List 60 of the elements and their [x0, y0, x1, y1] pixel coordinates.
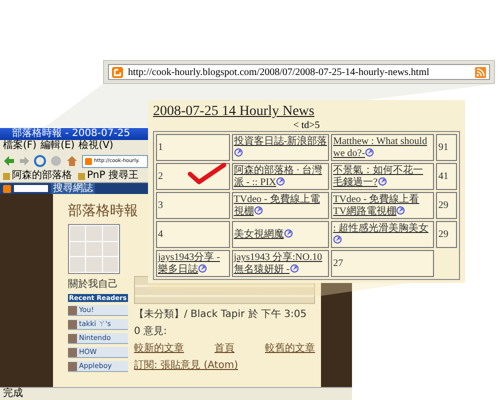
address-field[interactable]: http://cook-hourly.blogspot.com/2008/07/2008-07-25-14-hourly-news.html: [108, 64, 490, 80]
stop-icon[interactable]: [50, 155, 62, 167]
link-icon: [234, 148, 243, 156]
table-cell: 3: [156, 192, 230, 219]
blogger-icon: [85, 158, 92, 164]
forward-arrow-icon[interactable]: [19, 155, 30, 167]
bookmark-icon: [3, 172, 10, 180]
nav-link[interactable]: 較新的文章: [134, 341, 184, 355]
post-title[interactable]: 2008-07-25 14 Hourly News: [153, 104, 314, 120]
menu-item[interactable]: 檢視(V): [78, 140, 114, 152]
table-cell: 4: [156, 221, 230, 248]
post-subtitle: < td>5: [292, 120, 321, 131]
bookmark[interactable]: 阿森的部落格: [3, 170, 72, 182]
nav-link[interactable]: 較舊的文章: [265, 341, 315, 355]
table-cell: 29: [436, 221, 457, 248]
home-icon[interactable]: [66, 155, 78, 167]
search-field[interactable]: [14, 185, 48, 192]
reload-icon[interactable]: [34, 155, 46, 167]
link-icon: [284, 228, 293, 238]
link-cell[interactable]: : 超性感光滑美胸美女: [331, 221, 434, 248]
link-cell[interactable]: 投資客日誌-新浪部落: [232, 134, 330, 161]
blog-title: 部落格時報: [68, 202, 138, 220]
status-bar: 完成: [0, 387, 352, 400]
table-cell: 91: [436, 134, 457, 161]
post-footer: 【未分類】/ Black Tapir 於 下午 3:05: [134, 307, 315, 321]
link-icon: [378, 176, 387, 186]
table-cell: 1: [156, 134, 230, 161]
link-cell[interactable]: jays1943 分享:NO.10 無名猿妍妍 -: [232, 250, 330, 277]
blogger-icon: [112, 66, 123, 78]
subscribe-link[interactable]: 訂閱: 張貼意見 (Atom): [134, 358, 315, 372]
link-icon: [254, 206, 263, 214]
link-icon: [396, 206, 406, 214]
menu-item[interactable]: 編輯(E): [40, 140, 75, 152]
blogger-icon: [3, 184, 11, 192]
table-cell: 2: [156, 163, 230, 190]
bookmark[interactable]: PnP 搜尋王: [78, 170, 138, 182]
comments-heading: 0 意見:: [134, 324, 168, 338]
link-icon: [333, 234, 342, 244]
rss-icon[interactable]: [475, 66, 486, 78]
table-cell: 27: [331, 250, 434, 277]
link-cell[interactable]: 美女視網魔: [232, 221, 330, 248]
link-cell[interactable]: 阿森的部落格 · 台灣派 - :: PIX: [232, 163, 330, 190]
bookmark-icon: [78, 172, 85, 180]
nav-link[interactable]: 首頁: [214, 341, 234, 355]
link-cell[interactable]: TVdeo - 免費線上電視棚: [232, 192, 330, 219]
about-heading: 關於我自己: [68, 278, 119, 291]
search-blog-button[interactable]: 搜尋網誌: [51, 183, 95, 194]
link-icon: [365, 148, 374, 156]
link-icon: [276, 176, 286, 186]
link-cell[interactable]: jays1943分享 - 樂多日誌: [156, 250, 230, 277]
link-icon: [290, 264, 299, 272]
link-cell[interactable]: TVdeo - 免費線上看TV網路電視棚: [331, 192, 434, 219]
link-icon: [198, 264, 207, 272]
table-cell: 41: [436, 163, 457, 190]
table-cell: 29: [436, 192, 457, 219]
link-cell[interactable]: Matthew : What should we do?-: [331, 134, 434, 161]
stats-widget: [68, 224, 120, 274]
link-cell[interactable]: 不景氣：如何不花一毛錢過一?: [331, 163, 434, 190]
back-arrow-icon[interactable]: [3, 155, 15, 167]
menu-item[interactable]: 檔案(F): [3, 140, 37, 152]
